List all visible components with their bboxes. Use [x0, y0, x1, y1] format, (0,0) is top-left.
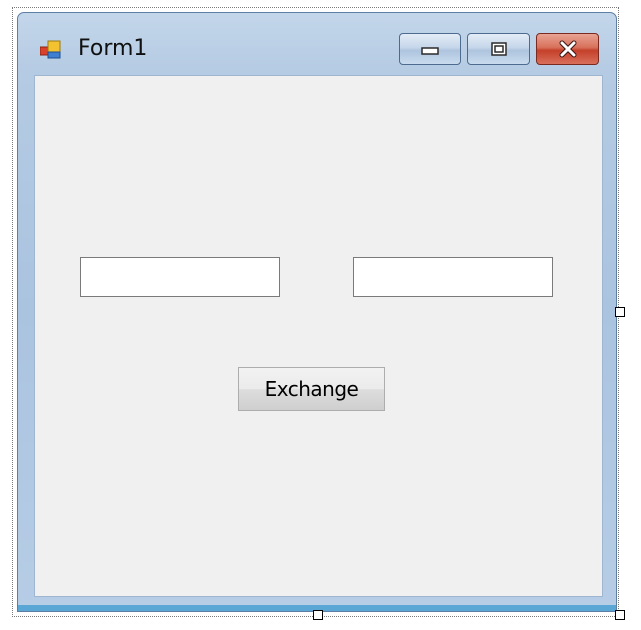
textbox-right[interactable]	[353, 257, 553, 297]
maximize-button[interactable]	[467, 33, 530, 65]
corner-resize-handle[interactable]	[615, 610, 625, 620]
winforms-app-icon	[40, 40, 61, 59]
window-title: Form1	[78, 36, 148, 61]
designer-surface: Form1 Exchange	[0, 0, 641, 630]
minimize-icon	[421, 47, 439, 55]
form-window: Form1 Exchange	[17, 12, 617, 612]
title-bar[interactable]: Form1	[18, 13, 616, 75]
right-resize-handle[interactable]	[615, 307, 625, 317]
minimize-button[interactable]	[399, 33, 461, 65]
form-client-area: Exchange	[34, 75, 603, 597]
textbox-left[interactable]	[80, 257, 280, 297]
close-button[interactable]	[536, 33, 599, 65]
maximize-icon	[490, 42, 507, 56]
exchange-button[interactable]: Exchange	[238, 367, 385, 411]
bottom-resize-handle[interactable]	[313, 610, 323, 620]
close-icon	[559, 40, 576, 58]
